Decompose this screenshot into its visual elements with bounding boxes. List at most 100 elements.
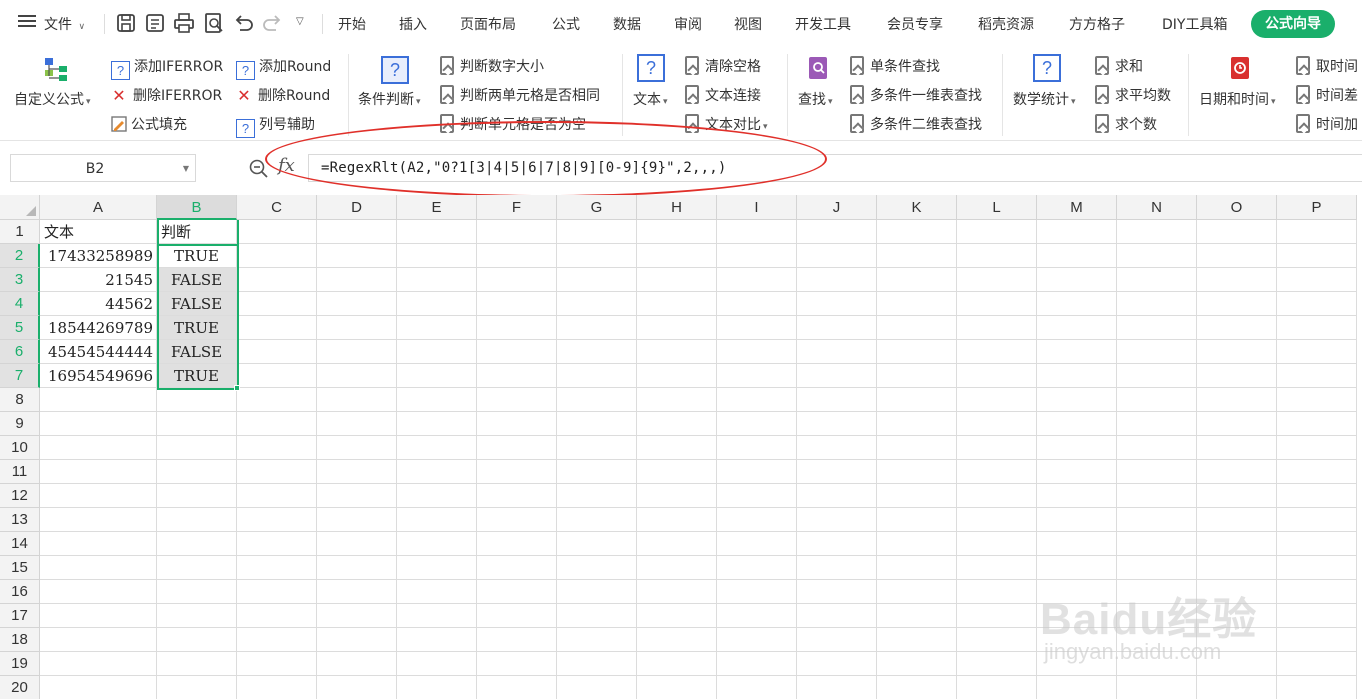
- cell-c11[interactable]: [237, 460, 317, 484]
- cell-f14[interactable]: [477, 532, 557, 556]
- cell-j15[interactable]: [797, 556, 877, 580]
- judge-number-size-button[interactable]: 判断数字大小: [440, 56, 544, 76]
- cell-k6[interactable]: [877, 340, 957, 364]
- cell-j1[interactable]: [797, 220, 877, 244]
- cell-m15[interactable]: [1037, 556, 1117, 580]
- cell-l18[interactable]: [957, 628, 1037, 652]
- cell-e4[interactable]: [397, 292, 477, 316]
- row-header-4[interactable]: 4: [0, 292, 40, 316]
- cell-i12[interactable]: [717, 484, 797, 508]
- cell-p1[interactable]: [1277, 220, 1357, 244]
- zoom-icon[interactable]: [249, 159, 269, 179]
- cell-l19[interactable]: [957, 652, 1037, 676]
- cell-e13[interactable]: [397, 508, 477, 532]
- cell-f2[interactable]: [477, 244, 557, 268]
- cell-b7[interactable]: TRUE: [157, 364, 237, 388]
- cell-g13[interactable]: [557, 508, 637, 532]
- cell-n7[interactable]: [1117, 364, 1197, 388]
- cell-k15[interactable]: [877, 556, 957, 580]
- cell-m12[interactable]: [1037, 484, 1117, 508]
- cell-m19[interactable]: [1037, 652, 1117, 676]
- cell-n17[interactable]: [1117, 604, 1197, 628]
- cell-m5[interactable]: [1037, 316, 1117, 340]
- cell-j9[interactable]: [797, 412, 877, 436]
- cell-p17[interactable]: [1277, 604, 1357, 628]
- cell-j17[interactable]: [797, 604, 877, 628]
- cell-c16[interactable]: [237, 580, 317, 604]
- cell-h6[interactable]: [637, 340, 717, 364]
- cell-h19[interactable]: [637, 652, 717, 676]
- cell-n4[interactable]: [1117, 292, 1197, 316]
- sum-button[interactable]: 求和: [1095, 56, 1143, 76]
- cell-i17[interactable]: [717, 604, 797, 628]
- cell-b8[interactable]: [157, 388, 237, 412]
- cell-l12[interactable]: [957, 484, 1037, 508]
- column-header-d[interactable]: D: [317, 195, 397, 220]
- cell-f13[interactable]: [477, 508, 557, 532]
- cell-d4[interactable]: [317, 292, 397, 316]
- cell-m16[interactable]: [1037, 580, 1117, 604]
- cell-h20[interactable]: [637, 676, 717, 699]
- row-header-5[interactable]: 5: [0, 316, 40, 340]
- cell-n10[interactable]: [1117, 436, 1197, 460]
- cell-g6[interactable]: [557, 340, 637, 364]
- cell-h13[interactable]: [637, 508, 717, 532]
- cell-e12[interactable]: [397, 484, 477, 508]
- cell-p11[interactable]: [1277, 460, 1357, 484]
- cell-d10[interactable]: [317, 436, 397, 460]
- cell-k11[interactable]: [877, 460, 957, 484]
- cell-i5[interactable]: [717, 316, 797, 340]
- cell-p19[interactable]: [1277, 652, 1357, 676]
- formula-input[interactable]: =RegexRlt(A2,"0?1[3|4|5|6|7|8|9][0-9]{9}…: [308, 154, 1362, 182]
- column-header-m[interactable]: M: [1037, 195, 1117, 220]
- cell-b3[interactable]: FALSE: [157, 268, 237, 292]
- cell-i3[interactable]: [717, 268, 797, 292]
- cell-o20[interactable]: [1197, 676, 1277, 699]
- cell-k2[interactable]: [877, 244, 957, 268]
- cell-f19[interactable]: [477, 652, 557, 676]
- tab-formulas[interactable]: 公式: [552, 14, 580, 34]
- cell-j19[interactable]: [797, 652, 877, 676]
- cell-i15[interactable]: [717, 556, 797, 580]
- column-header-j[interactable]: J: [797, 195, 877, 220]
- cell-l2[interactable]: [957, 244, 1037, 268]
- delete-round-button[interactable]: ✕ 删除Round: [236, 85, 330, 105]
- cell-l9[interactable]: [957, 412, 1037, 436]
- cell-n3[interactable]: [1117, 268, 1197, 292]
- cell-a18[interactable]: [40, 628, 157, 652]
- take-time-button[interactable]: 取时间: [1296, 56, 1358, 76]
- cell-j10[interactable]: [797, 436, 877, 460]
- cell-m13[interactable]: [1037, 508, 1117, 532]
- clear-spaces-button[interactable]: 清除空格: [685, 56, 761, 76]
- cell-o3[interactable]: [1197, 268, 1277, 292]
- cell-o9[interactable]: [1197, 412, 1277, 436]
- cell-c3[interactable]: [237, 268, 317, 292]
- add-iferror-button[interactable]: ? 添加IFERROR: [111, 56, 223, 80]
- cell-c7[interactable]: [237, 364, 317, 388]
- cell-e19[interactable]: [397, 652, 477, 676]
- cell-n15[interactable]: [1117, 556, 1197, 580]
- cell-j18[interactable]: [797, 628, 877, 652]
- cell-o11[interactable]: [1197, 460, 1277, 484]
- cell-f8[interactable]: [477, 388, 557, 412]
- cell-i6[interactable]: [717, 340, 797, 364]
- time-diff-button[interactable]: 时间差: [1296, 85, 1358, 105]
- cell-f15[interactable]: [477, 556, 557, 580]
- cell-l10[interactable]: [957, 436, 1037, 460]
- row-header-2[interactable]: 2: [0, 244, 40, 268]
- cell-m14[interactable]: [1037, 532, 1117, 556]
- cell-i14[interactable]: [717, 532, 797, 556]
- cell-a6[interactable]: 45454544444: [40, 340, 157, 364]
- cell-p16[interactable]: [1277, 580, 1357, 604]
- cell-p5[interactable]: [1277, 316, 1357, 340]
- cell-b5[interactable]: TRUE: [157, 316, 237, 340]
- cell-f7[interactable]: [477, 364, 557, 388]
- cell-p3[interactable]: [1277, 268, 1357, 292]
- cell-f18[interactable]: [477, 628, 557, 652]
- cell-a19[interactable]: [40, 652, 157, 676]
- cell-o6[interactable]: [1197, 340, 1277, 364]
- cell-l3[interactable]: [957, 268, 1037, 292]
- cell-e2[interactable]: [397, 244, 477, 268]
- redo-icon[interactable]: [262, 12, 284, 34]
- cell-a1[interactable]: 文本: [40, 220, 157, 244]
